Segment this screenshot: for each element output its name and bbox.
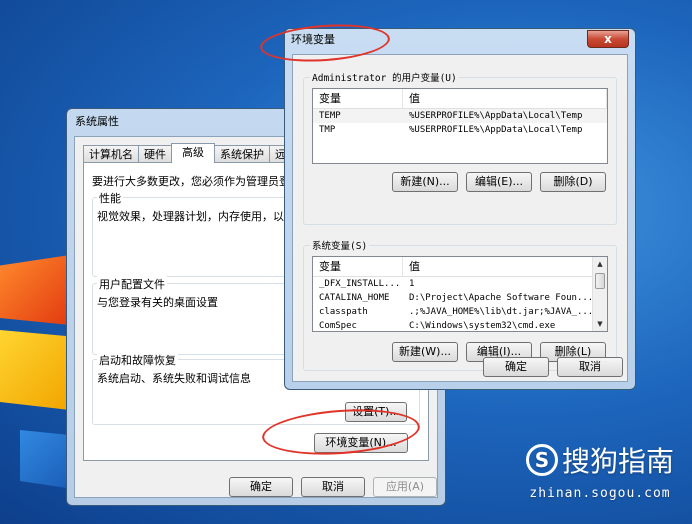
user-col-variable[interactable]: 变量 [313,89,403,108]
scroll-up-icon[interactable]: ▲ [593,257,607,271]
env-ok-button[interactable]: 确定 [483,357,549,377]
scroll-down-icon[interactable]: ▼ [593,317,607,331]
list-item[interactable]: ComSpec C:\Windows\system32\cmd.exe [313,319,607,331]
system-cancel-button[interactable]: 取消 [301,477,365,497]
user-delete-button[interactable]: 删除(D) [540,172,606,192]
variable-name: TMP [319,125,336,135]
scroll-thumb[interactable] [595,273,605,289]
close-icon: x [604,32,612,46]
list-item[interactable]: CATALINA_HOME D:\Project\Apache Software… [313,291,607,305]
system-list-header: 变量 值 [313,257,607,277]
variable-value: 1 [409,279,415,289]
tab-advanced[interactable]: 高级 [171,143,215,163]
performance-desc: 视觉效果，处理器计划，内存使用，以 [97,210,284,223]
user-edit-button[interactable]: 编辑(E)... [466,172,532,192]
system-variables-group: 系统变量(S) 变量 值 _DFX_INSTALL... 1 CATALINA_… [303,238,617,371]
tab-hardware[interactable]: 硬件 [138,145,172,163]
variable-value: C:\Windows\system32\cmd.exe [409,321,556,331]
list-item[interactable]: TEMP %USERPROFILE%\AppData\Local\Temp [313,109,607,123]
user-profiles-desc: 与您登录有关的桌面设置 [97,296,218,309]
startup-settings-button[interactable]: 设置(T)... [345,402,407,422]
user-profiles-legend: 用户配置文件 [97,276,167,292]
sogou-logo-icon: S [525,444,558,476]
variable-value: .;%JAVA_HOME%\lib\dt.jar;%JAVA_... [409,307,594,317]
admin-note: 要进行大多数更改，您必须作为管理员登 [92,175,290,188]
variable-value: D:\Project\Apache Software Foun... [409,293,594,303]
list-item[interactable]: classpath .;%JAVA_HOME%\lib\dt.jar;%JAVA… [313,305,607,319]
tab-system-protection[interactable]: 系统保护 [214,145,270,163]
system-ok-button[interactable]: 确定 [229,477,293,497]
system-new-button[interactable]: 新建(W)... [392,342,458,362]
variable-name: _DFX_INSTALL... [319,279,401,289]
list-item[interactable]: TMP %USERPROFILE%\AppData\Local\Temp [313,123,607,137]
environment-variables-button[interactable]: 环境变量(N)... [314,433,408,453]
system-apply-button[interactable]: 应用(A) [373,477,437,497]
system-col-variable[interactable]: 变量 [313,257,403,276]
tab-computer-name[interactable]: 计算机名 [83,145,139,163]
system-variables-legend: 系统变量(S) [310,238,370,252]
startup-recovery-legend: 启动和故障恢复 [97,352,178,368]
user-new-button[interactable]: 新建(N)... [392,172,458,192]
variable-value: %USERPROFILE%\AppData\Local\Temp [409,111,583,121]
watermark-brand: 搜狗指南 [561,445,674,478]
variable-value: %USERPROFILE%\AppData\Local\Temp [409,125,583,135]
user-list-header: 变量 值 [313,89,607,109]
sogou-watermark: S 搜狗指南 zhinan.sogou.com [525,440,674,501]
environment-variables-title: 环境变量 [291,33,335,46]
user-variables-legend: Administrator 的用户变量(U) [310,70,459,84]
user-col-value[interactable]: 值 [403,89,607,108]
system-variables-list[interactable]: 变量 值 _DFX_INSTALL... 1 CATALINA_HOME D:\… [312,256,608,332]
variable-name: CATALINA_HOME [319,293,390,303]
watermark-url: zhinan.sogou.com [529,486,671,501]
env-cancel-button[interactable]: 取消 [557,357,623,377]
user-variables-list[interactable]: 变量 值 TEMP %USERPROFILE%\AppData\Local\Te… [312,88,608,164]
list-item[interactable]: _DFX_INSTALL... 1 [313,277,607,291]
variable-name: ComSpec [319,321,357,331]
startup-recovery-desc: 系统启动、系统失败和调试信息 [97,372,251,385]
variable-name: classpath [319,307,368,317]
environment-variables-client: Administrator 的用户变量(U) 变量 值 TEMP %USERPR… [292,54,628,382]
tab-strip: 计算机名 硬件 高级 系统保护 远 [83,143,292,163]
performance-legend: 性能 [97,190,123,206]
variable-name: TEMP [319,111,341,121]
system-col-value[interactable]: 值 [403,257,607,276]
user-variables-group: Administrator 的用户变量(U) 变量 值 TEMP %USERPR… [303,70,617,225]
system-list-scrollbar[interactable]: ▲ ▼ [592,257,607,331]
environment-variables-window: 环境变量 x Administrator 的用户变量(U) 变量 值 TEMP … [284,28,636,390]
close-button[interactable]: x [587,30,629,48]
windows-logo-yellow [0,330,70,410]
windows-logo-red [0,255,70,325]
